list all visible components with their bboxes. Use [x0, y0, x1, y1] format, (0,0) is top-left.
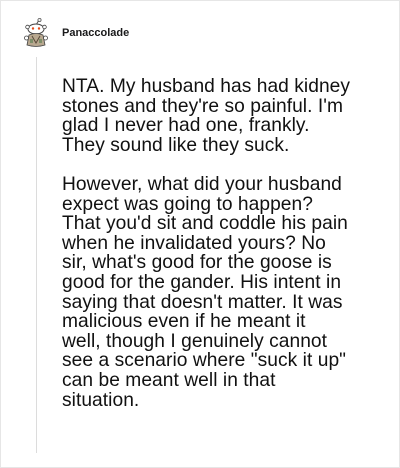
- comment-card: Panaccolade NTA. My husband has had kidn…: [0, 0, 400, 468]
- comment-paragraph: However, what did your husband expect wa…: [62, 173, 348, 411]
- comment-paragraph: NTA. My husband has had kidney stones an…: [62, 76, 351, 156]
- snoo-avatar-icon[interactable]: [23, 18, 49, 48]
- comment-header: Panaccolade: [23, 17, 129, 49]
- thread-collapse-line[interactable]: [36, 57, 37, 453]
- comment-body: NTA. My husband has had kidney stones an…: [62, 77, 392, 410]
- comment-author[interactable]: Panaccolade: [62, 27, 129, 39]
